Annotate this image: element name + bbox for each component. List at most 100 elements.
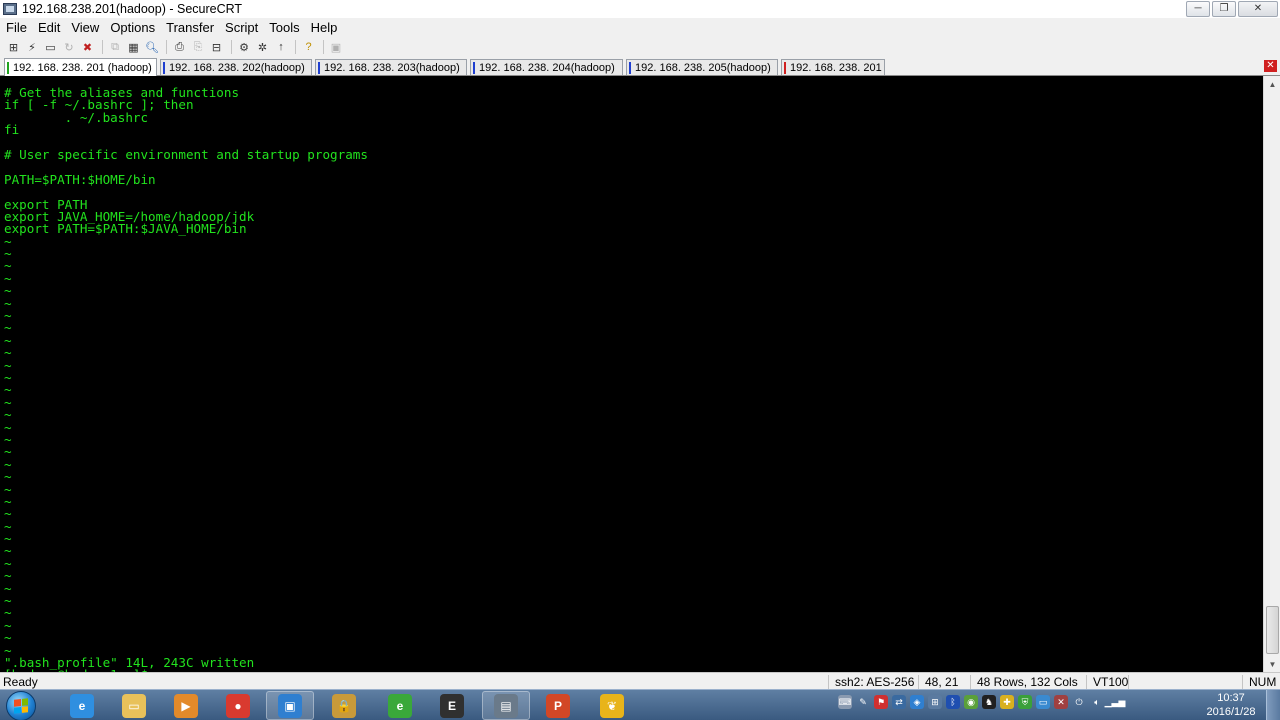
globe-tray-icon[interactable]: ◉ (964, 695, 978, 709)
session-options-icon[interactable]: ⚙ (236, 39, 253, 55)
securecrt-app-icon[interactable] (3, 3, 17, 15)
terminal-line: ~ (4, 258, 12, 274)
paste-icon[interactable]: ▦ (125, 39, 142, 55)
print-selection-icon[interactable]: ⎘ (190, 39, 207, 55)
volume-icon[interactable]: 🔈︎ (1090, 695, 1104, 709)
taskbar-app-button[interactable]: ● (214, 691, 262, 720)
scrollbar-thumb[interactable] (1266, 606, 1279, 654)
quick-connect-icon[interactable]: ⚡ (24, 39, 41, 55)
menu-help[interactable]: Help (311, 20, 338, 35)
sftp-icon[interactable]: ▣ (328, 39, 345, 55)
toolbar-separator (230, 40, 232, 54)
help-icon[interactable]: ? (300, 39, 317, 55)
menu-tools[interactable]: Tools (269, 20, 299, 35)
status-bar: Ready ssh2: AES-256 48, 21 48 Rows, 132 … (0, 672, 1280, 689)
taskbar-app-button[interactable]: e (376, 691, 424, 720)
tab-session-205[interactable]: 192. 168. 238. 205(hadoop) (626, 59, 778, 75)
tab-status-marker (784, 61, 786, 74)
status-terminal-size: 48 Rows, 132 Cols (970, 675, 1078, 689)
taskbar-app-button[interactable]: 🔒 (320, 691, 368, 720)
toolbar: ⊞ ⚡ ▭ ↻ ✖ ⧉ ▦ 🔍︎ ⎙ ⎘ ⊟ ⚙ ✲ ↑ ? ▣ (0, 37, 1280, 57)
terminal-view[interactable]: # Get the aliases and functions if [ -f ~… (0, 76, 1263, 672)
terminal-line: ~ (4, 444, 12, 460)
security-shield-icon[interactable]: ⛨ (1018, 695, 1032, 709)
terminal-line: ~ (4, 555, 12, 571)
shield-tray-icon[interactable]: ◈ (910, 695, 924, 709)
qq-penguin-icon[interactable]: ♞ (982, 695, 996, 709)
signal-strength-icon[interactable]: ▁▃▅ (1105, 695, 1126, 709)
terminal-scrollbar[interactable]: ▲ ▼ (1263, 76, 1280, 672)
scroll-down-arrow-icon[interactable]: ▼ (1264, 656, 1280, 672)
restore-button[interactable]: ❐ (1212, 1, 1236, 17)
disconnect-icon[interactable]: ✖ (79, 39, 96, 55)
tab-status-marker (163, 61, 165, 74)
keymap-icon[interactable]: ↑ (273, 39, 290, 55)
reconnect-icon[interactable]: ↻ (61, 39, 78, 55)
status-encryption: ssh2: AES-256 (828, 675, 914, 689)
status-emulation: VT100 (1086, 675, 1128, 689)
menu-transfer[interactable]: Transfer (166, 20, 214, 35)
monitor-tray-icon[interactable]: ▭ (1036, 695, 1050, 709)
terminal-line: ~ (4, 493, 12, 509)
printer-icon[interactable]: ⊟ (208, 39, 225, 55)
remote-desktop-icon: ▤ (494, 693, 518, 718)
taskbar-app-button[interactable]: ▭ (110, 691, 158, 720)
copy-icon[interactable]: ⧉ (107, 39, 124, 55)
tab-session-202[interactable]: 192. 168. 238. 202(hadoop) (160, 59, 312, 75)
menu-script[interactable]: Script (225, 20, 258, 35)
terminal-line: PATH=$PATH:$HOME/bin (4, 171, 156, 187)
tab-session-201[interactable]: 192. 168. 238. 201 (hadoop) (4, 58, 157, 76)
tab-session-203[interactable]: 192. 168. 238. 203(hadoop) (315, 59, 467, 75)
connect-icon[interactable]: ⊞ (5, 39, 22, 55)
show-desktop-button[interactable] (1266, 690, 1280, 720)
windows-tray-icon[interactable]: ⊞ (928, 695, 942, 709)
scroll-up-arrow-icon[interactable]: ▲ (1264, 76, 1280, 92)
taskbar-app-button[interactable]: P (534, 691, 582, 720)
terminal-line: ~ (4, 382, 12, 398)
global-options-icon[interactable]: ✲ (254, 39, 271, 55)
connect-in-tab-icon[interactable]: ▭ (42, 39, 59, 55)
terminal-line: ~ (4, 407, 12, 423)
terminal-line: ~ (4, 543, 12, 559)
plus-tray-icon[interactable]: ✚ (1000, 695, 1014, 709)
menu-edit[interactable]: Edit (38, 20, 60, 35)
window-title: 192.168.238.201(hadoop) - SecureCRT (22, 2, 243, 16)
bluetooth-icon[interactable]: ᛒ (946, 695, 960, 709)
taskbar-app-button[interactable]: ▶ (162, 691, 210, 720)
clock-time: 10:37 (1217, 692, 1245, 704)
taskbar-app-button[interactable]: ❦ (588, 691, 636, 720)
toolbar-separator (101, 40, 103, 54)
tab-session-204[interactable]: 192. 168. 238. 204(hadoop) (470, 59, 623, 75)
network-share-icon[interactable]: ⇄ (892, 695, 906, 709)
taskbar-app-button[interactable]: ▣ (266, 691, 314, 720)
title-bar: 192.168.238.201(hadoop) - SecureCRT ─ ❐ … (0, 0, 1280, 18)
pen-icon[interactable]: ✎ (856, 695, 870, 709)
minimize-button[interactable]: ─ (1186, 1, 1210, 17)
taskbar-app-button[interactable]: ▤ (482, 691, 530, 720)
status-blank-field (1128, 675, 1242, 689)
terminal-line: ~ (4, 506, 12, 522)
terminal-line: export PATH=$PATH:$JAVA_HOME/bin (4, 221, 247, 237)
find-icon[interactable]: 🔍︎ (144, 39, 161, 55)
lock-app-icon: 🔒 (332, 693, 356, 718)
print-icon[interactable]: ⎙ (171, 39, 188, 55)
menu-file[interactable]: File (6, 20, 27, 35)
menu-options[interactable]: Options (110, 20, 155, 35)
network-error-icon[interactable]: ✕ (1054, 695, 1068, 709)
start-button[interactable] (6, 691, 36, 720)
power-plug-icon[interactable]: ⏻ (1072, 695, 1086, 709)
tab-status-marker (318, 61, 320, 74)
taskbar-app-button[interactable]: E (428, 691, 476, 720)
terminal-line: ~ (4, 233, 12, 249)
menu-view[interactable]: View (71, 20, 99, 35)
close-button[interactable]: ✕ (1238, 1, 1278, 17)
tab-session-201-duplicate[interactable]: 192. 168. 238. 201 (781, 59, 885, 75)
taskbar-app-button[interactable]: e (58, 691, 106, 720)
tab-label: 192. 168. 238. 204(hadoop) (479, 61, 615, 74)
taskbar-clock[interactable]: 10:37 2016/1/28 (1200, 691, 1262, 719)
terminal-line: ~ (4, 369, 12, 385)
close-tab-icon[interactable]: ✕ (1264, 60, 1277, 72)
flag-tray-icon[interactable]: ⚑ (874, 695, 888, 709)
tab-label: 192. 168. 238. 201 (790, 61, 882, 74)
keyboard-icon[interactable]: ⌨ (838, 695, 852, 709)
